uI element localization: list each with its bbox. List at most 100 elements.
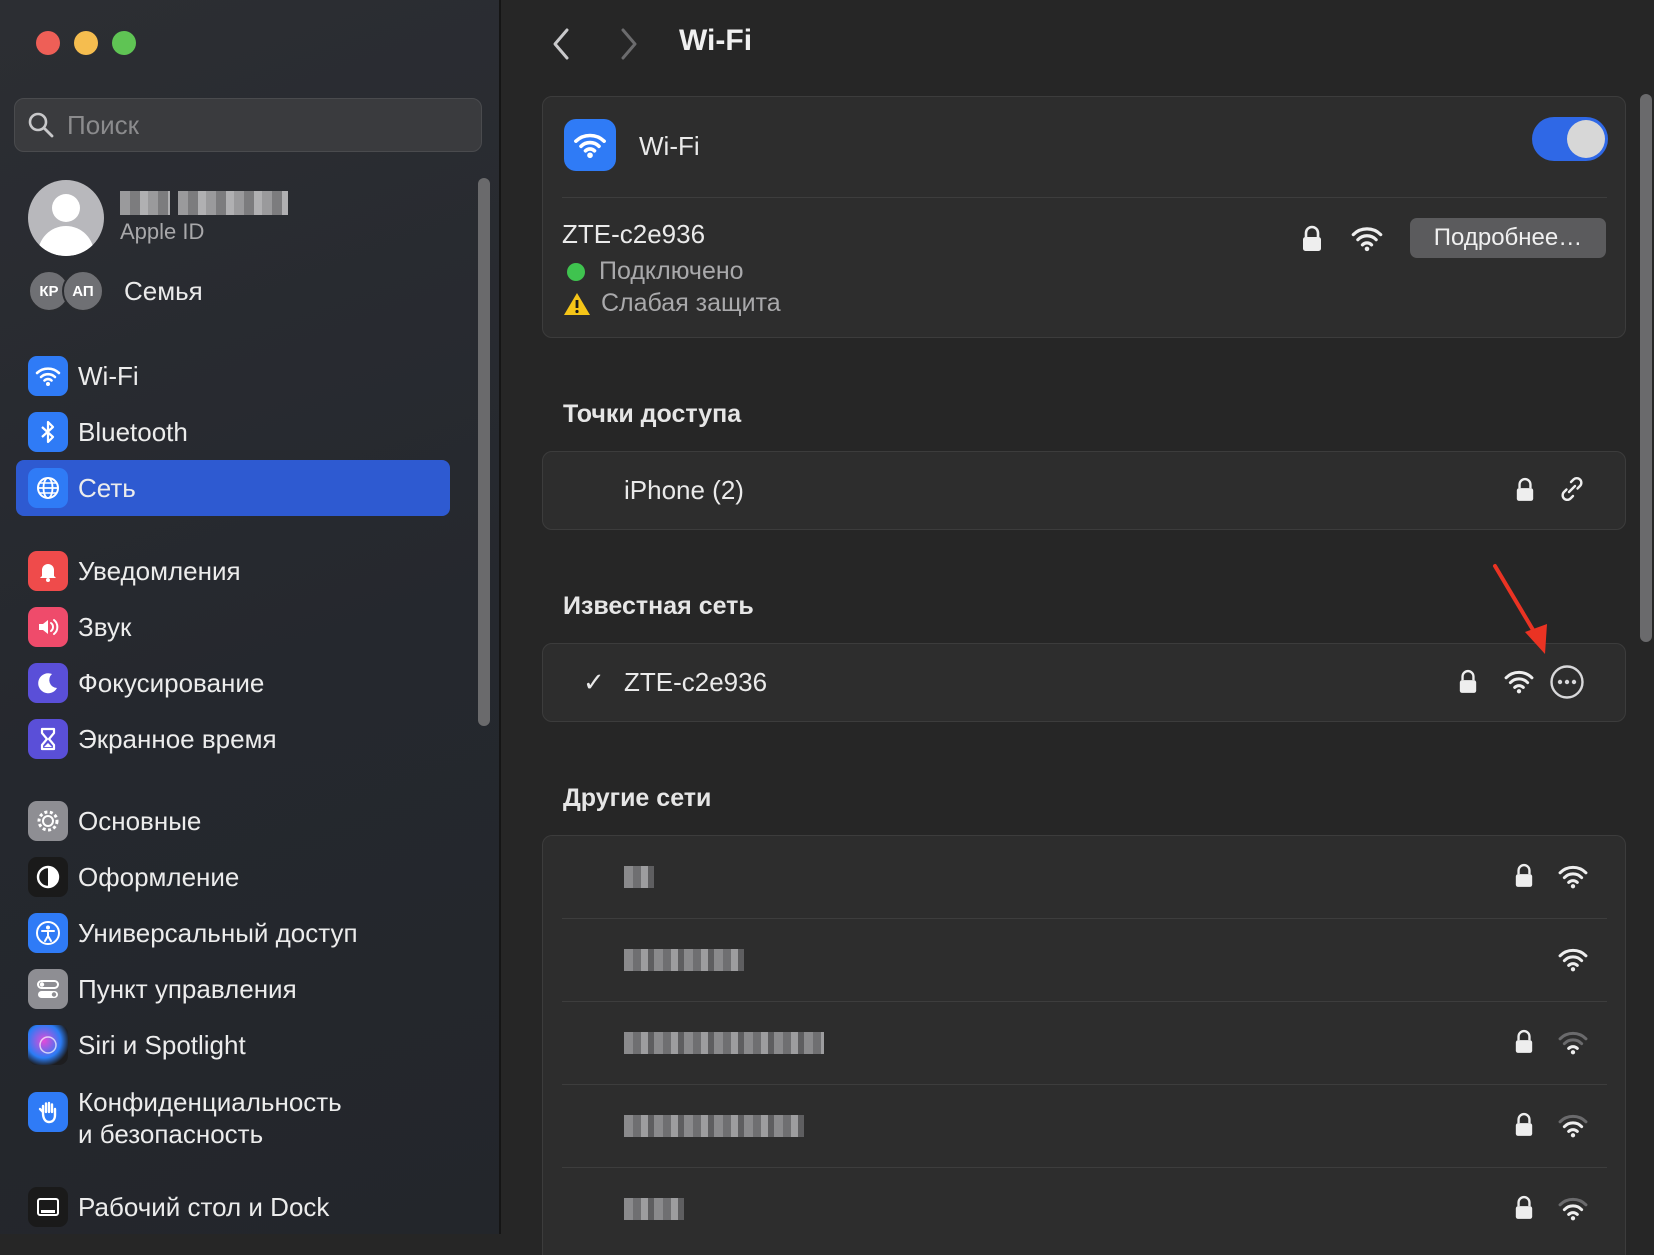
lock-icon [1514, 1195, 1534, 1226]
page-title: Wi-Fi [679, 24, 753, 57]
lock-icon [1515, 477, 1535, 508]
redacted-network-name [624, 1198, 684, 1220]
speaker-icon [28, 607, 68, 647]
appearance-icon [28, 857, 68, 897]
toolbar: Wi-Fi [501, 0, 1654, 86]
bell-icon [28, 551, 68, 591]
list-item-hotspot[interactable]: iPhone (2) [543, 452, 1625, 529]
zoom-window-button[interactable] [112, 31, 136, 55]
close-window-button[interactable] [36, 31, 60, 55]
sidebar-item-label: Wi-Fi [78, 361, 139, 391]
sidebar-item-control-center[interactable]: Пункт управления [16, 961, 450, 1017]
chevron-left-icon [553, 28, 569, 60]
sidebar-item-label: Сеть [78, 473, 136, 503]
moon-icon [28, 663, 68, 703]
list-item-network[interactable] [543, 919, 1625, 1001]
bluetooth-icon [28, 412, 68, 452]
section-title-other-networks: Другие сети [563, 784, 712, 812]
divider [562, 197, 1607, 198]
gear-icon [28, 801, 68, 841]
list-item-network[interactable] [543, 1002, 1625, 1084]
siri-icon [28, 1025, 68, 1065]
list-item-network[interactable] [543, 1085, 1625, 1167]
sidebar-item-appearance[interactable]: Оформление [16, 849, 450, 905]
back-button[interactable] [543, 24, 579, 64]
family-avatar: АП [62, 270, 104, 312]
sidebar-item-label: Фокусирование [78, 668, 265, 698]
minimize-window-button[interactable] [74, 31, 98, 55]
section-title-known-network: Известная сеть [563, 592, 754, 620]
globe-icon [28, 468, 68, 508]
status-warning: Слабая защита [601, 289, 781, 317]
redacted-network-name [624, 1032, 824, 1054]
sidebar-item-label: Конфиденциальность и безопасность [78, 1087, 342, 1149]
sidebar-item-label: Универсальный доступ [78, 918, 358, 948]
wifi-icon [28, 356, 68, 396]
wifi-toggle[interactable] [1532, 117, 1608, 161]
sidebar-item-screen-time[interactable]: Экранное время [16, 711, 450, 767]
sidebar-item-label: Оформление [78, 862, 240, 892]
dock-icon [28, 1187, 68, 1227]
redacted-network-name [624, 1115, 804, 1137]
details-button[interactable]: Подробнее… [1410, 218, 1606, 258]
list-item-network[interactable] [543, 1168, 1625, 1250]
link-icon [1557, 474, 1587, 509]
wifi-signal-icon [1557, 862, 1589, 895]
annotation-arrow-icon [1493, 564, 1547, 654]
sidebar-item-general[interactable]: Основные [16, 793, 450, 849]
list-item-known-network[interactable]: ✓ ZTE-c2e936 [543, 644, 1625, 721]
sidebar-scrollbar[interactable] [478, 178, 490, 726]
apple-id-label: Apple ID [120, 219, 205, 244]
main-scrollbar[interactable] [1640, 94, 1652, 642]
search-input[interactable] [65, 108, 449, 142]
wifi-label: Wi-Fi [639, 131, 700, 161]
sidebar-item-network[interactable]: Сеть [16, 460, 450, 516]
sidebar: Apple ID КР АП Семья Wi-Fi Bluetooth Сет… [0, 0, 501, 1234]
sidebar-item-bluetooth[interactable]: Bluetooth [16, 404, 450, 460]
main-content: Wi-Fi Wi-Fi ZTE-c2e936 Подключено Слабая… [501, 0, 1654, 1255]
sidebar-item-sound[interactable]: Звук [16, 599, 450, 655]
lock-icon [1514, 1029, 1534, 1060]
wifi-signal-medium-icon [1557, 1194, 1589, 1227]
hand-icon [28, 1092, 68, 1132]
security-status: Слабая защита [563, 289, 781, 318]
wifi-badge [564, 119, 616, 171]
sidebar-item-wifi[interactable]: Wi-Fi [16, 348, 450, 404]
wifi-signal-icon [1351, 223, 1383, 258]
wifi-signal-medium-icon [1557, 1111, 1589, 1144]
sidebar-item-label: Пункт управления [78, 974, 297, 1004]
lock-icon [1514, 1112, 1534, 1143]
family-item[interactable]: КР АП Семья [28, 270, 203, 312]
sidebar-item-focus[interactable]: Фокусирование [16, 655, 450, 711]
hotspots-list: iPhone (2) [542, 451, 1626, 530]
connected-dot-icon [567, 262, 585, 281]
wifi-signal-icon [1557, 945, 1589, 978]
sidebar-item-siri-spotlight[interactable]: Siri и Spotlight [16, 1017, 450, 1073]
connection-status: Подключено [567, 257, 744, 286]
network-name: iPhone (2) [624, 475, 744, 505]
search-field[interactable] [14, 98, 482, 152]
redacted-user-name [120, 191, 288, 215]
sidebar-item-accessibility[interactable]: Универсальный доступ [16, 905, 450, 961]
section-title-hotspots: Точки доступа [563, 400, 742, 428]
lock-icon [1514, 863, 1534, 894]
list-item-network[interactable] [543, 836, 1625, 918]
warning-icon [564, 292, 590, 315]
control-center-icon [28, 969, 68, 1009]
sidebar-item-privacy-security[interactable]: Конфиденциальность и безопасность [16, 1082, 450, 1154]
sidebar-item-label: Bluetooth [78, 417, 188, 447]
network-name: ZTE-c2e936 [624, 667, 768, 697]
wifi-signal-weak-icon [1557, 1028, 1589, 1061]
avatar [28, 180, 104, 256]
known-network-list: ✓ ZTE-c2e936 [542, 643, 1626, 722]
wifi-card: Wi-Fi ZTE-c2e936 Подключено Слабая защит… [542, 96, 1626, 338]
apple-id-profile[interactable]: Apple ID [28, 180, 288, 256]
wifi-signal-icon [1503, 667, 1535, 700]
sidebar-item-notifications[interactable]: Уведомления [16, 543, 450, 599]
ellipsis-circle-icon [1550, 665, 1584, 699]
sidebar-item-desktop-dock[interactable]: Рабочий стол и Dock [16, 1179, 450, 1235]
sidebar-item-label: Экранное время [78, 724, 277, 754]
sidebar-item-label: Рабочий стол и Dock [78, 1192, 330, 1222]
forward-button[interactable] [611, 24, 647, 64]
more-options-button[interactable] [1549, 664, 1585, 705]
